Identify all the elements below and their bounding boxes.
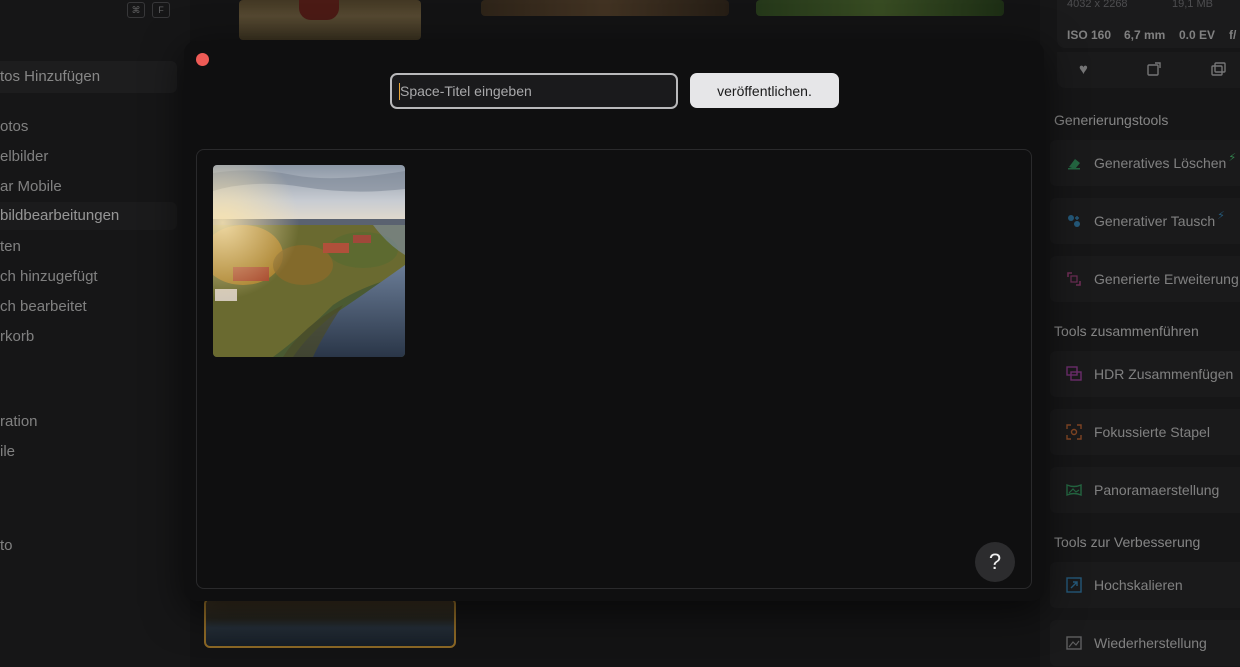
publish-space-modal: veröffentlichen. bbox=[184, 41, 1044, 601]
help-button[interactable]: ? bbox=[975, 542, 1015, 582]
space-photo[interactable] bbox=[213, 165, 405, 357]
space-title-input[interactable] bbox=[390, 73, 678, 109]
text-caret bbox=[399, 83, 400, 100]
close-icon[interactable] bbox=[196, 53, 209, 66]
publish-button[interactable]: veröffentlichen. bbox=[690, 73, 839, 108]
space-canvas: ? bbox=[196, 149, 1032, 589]
aerial-landscape-image bbox=[213, 165, 405, 357]
